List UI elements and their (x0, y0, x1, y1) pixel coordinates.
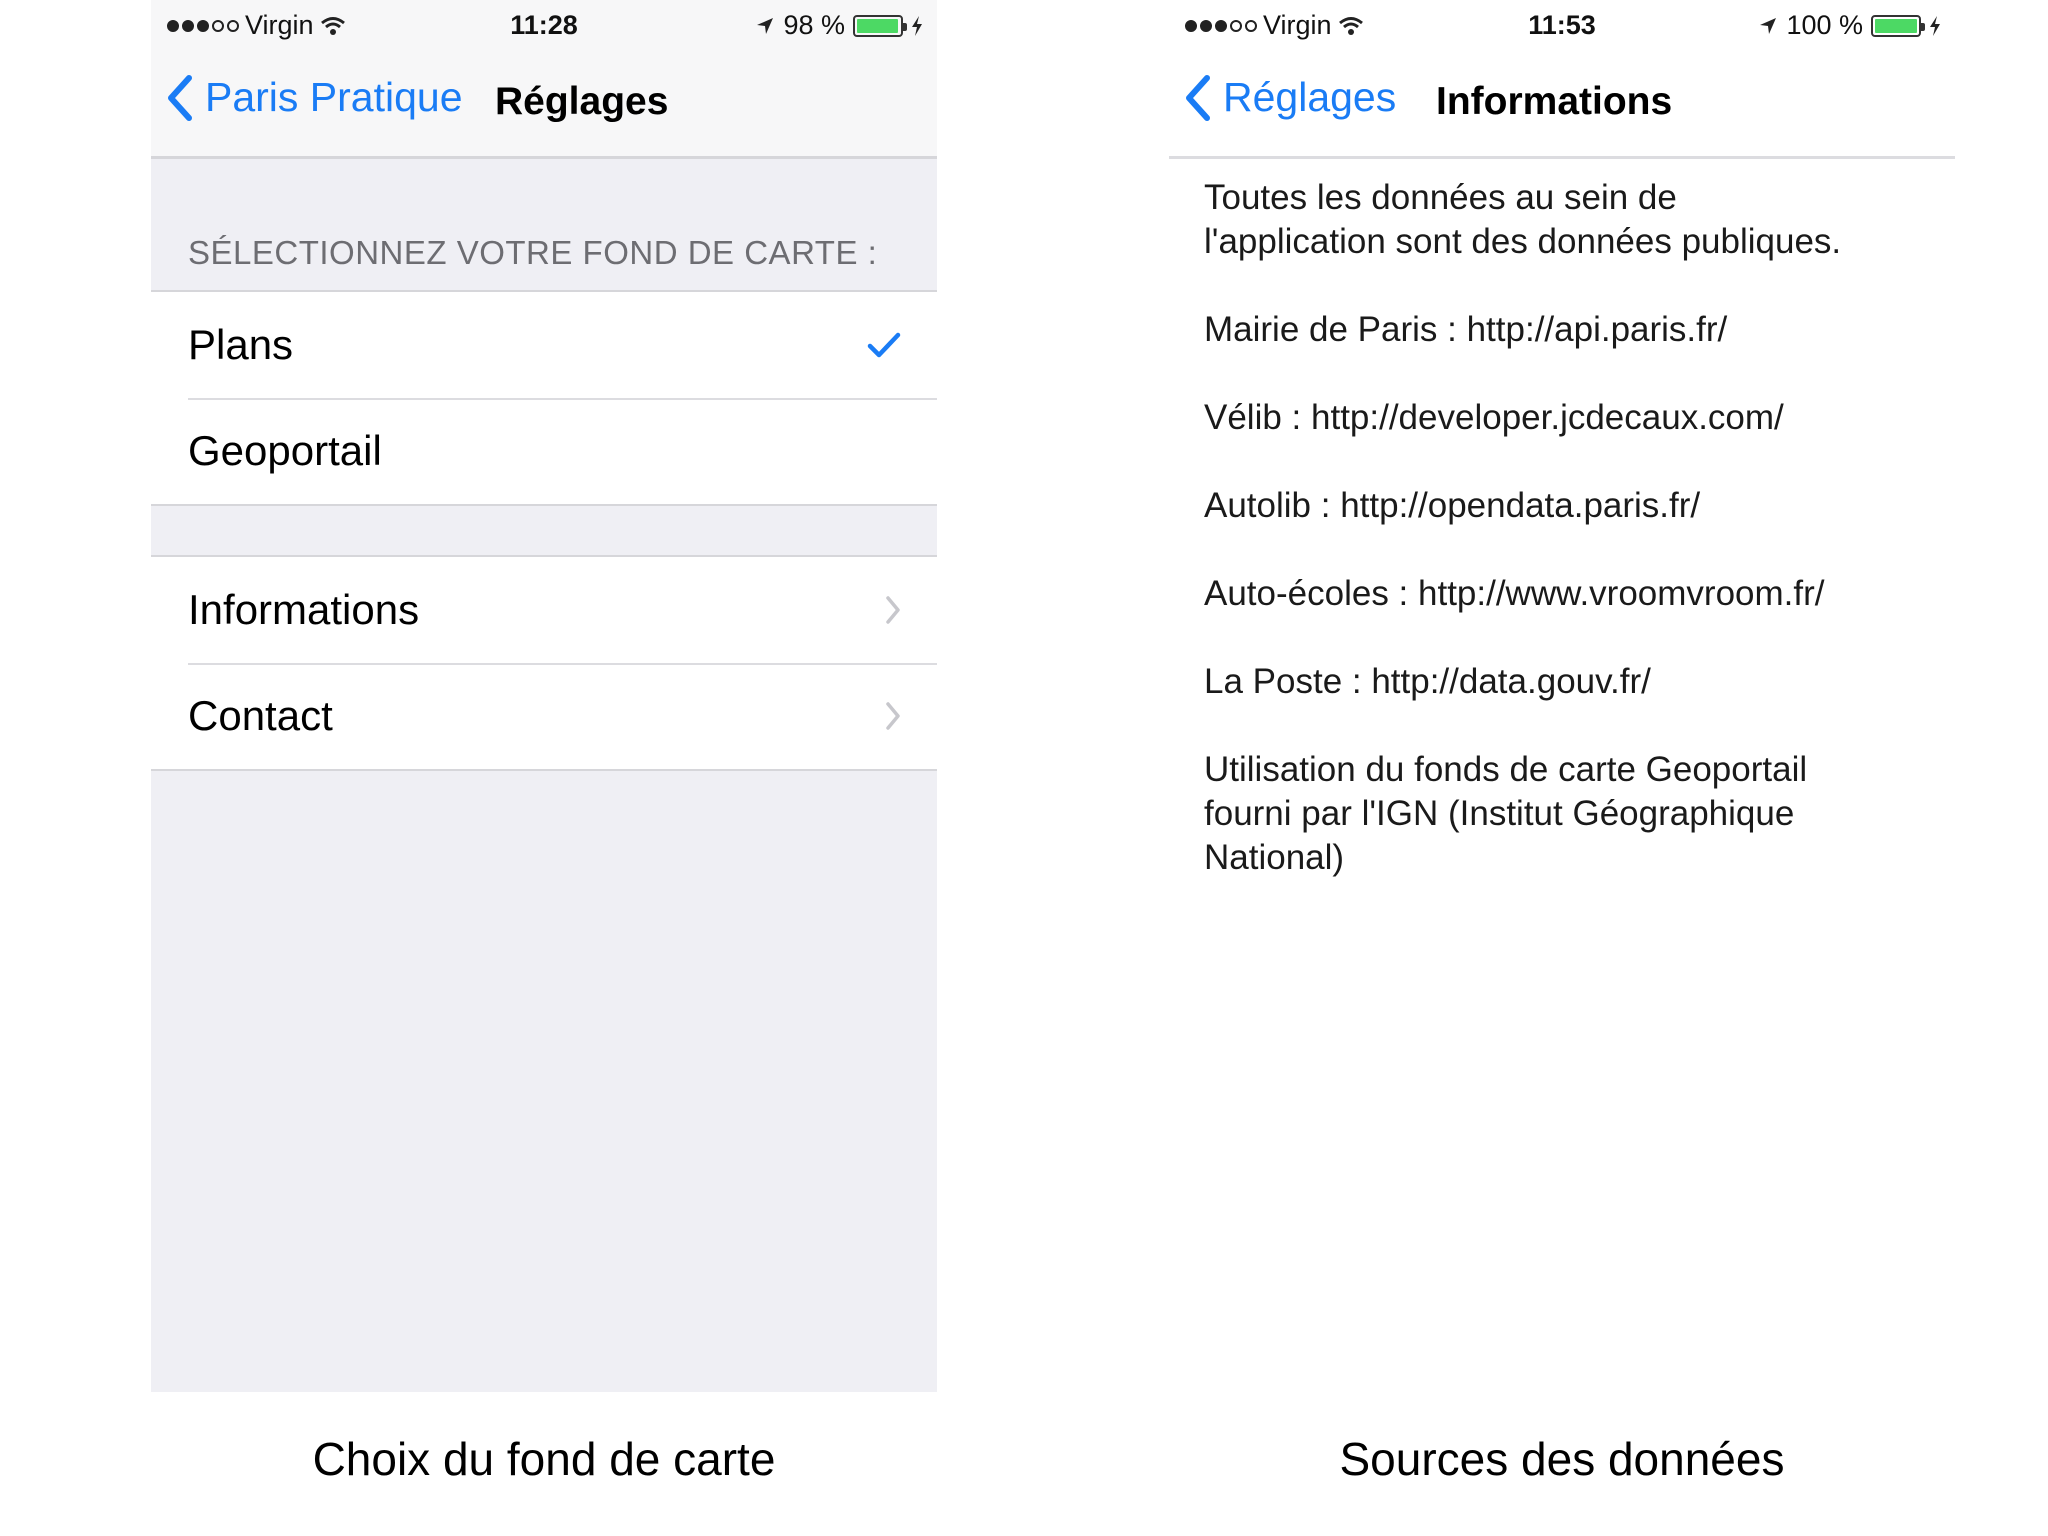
text-line: Utilisation du fonds de carte Geoportail (1204, 750, 1808, 789)
page-title: Réglages (495, 80, 669, 123)
back-button[interactable]: Réglages (1185, 74, 1396, 121)
map-option-label: Geoportail (188, 427, 382, 474)
source-mairie: Mairie de Paris : http://api.paris.fr/ (1204, 310, 1728, 349)
battery-percent: 100 % (1786, 10, 1863, 40)
source-la-poste: La Poste : http://data.gouv.fr/ (1204, 662, 1651, 701)
chevron-left-icon (168, 74, 192, 121)
location-arrow-icon (1760, 17, 1777, 34)
battery-icon (853, 14, 907, 37)
battery-percent: 98 % (783, 10, 845, 40)
text-line: National) (1204, 838, 1345, 877)
source-autolib: Autolib : http://opendata.paris.fr/ (1204, 486, 1701, 525)
section-header: SÉLECTIONNEZ VOTRE FOND DE CARTE : (188, 234, 878, 271)
geoportail-credit: Utilisation du fonds de carte Geoportail… (1204, 748, 1807, 880)
back-button-label: Réglages (1223, 74, 1397, 120)
text-line: fourni par l'IGN (Institut Géographique (1204, 794, 1795, 833)
chevron-right-icon (886, 702, 900, 730)
status-bar: Virgin 11:28 98 % (151, 0, 937, 52)
map-option-plans[interactable]: Plans (151, 292, 937, 398)
text-line: Toutes les données au sein de (1204, 178, 1677, 217)
caption-right: Sources des données (1339, 1433, 1785, 1485)
chevron-right-icon (886, 596, 900, 624)
chevron-left-icon (1186, 74, 1210, 121)
row-label: Informations (188, 586, 420, 633)
battery-icon (1871, 14, 1925, 37)
source-auto-ecoles: Auto-écoles : http://www.vroomvroom.fr/ (1204, 574, 1825, 613)
caption-left: Choix du fond de carte (312, 1433, 776, 1485)
text-line: l'application sont des données publiques… (1204, 222, 1842, 261)
page-title: Informations (1436, 80, 1673, 123)
navigation-bar: Réglages Informations (1169, 52, 1955, 159)
intro-paragraph: Toutes les données au sein de l'applicat… (1204, 176, 1841, 264)
informations-row[interactable]: Informations (151, 557, 937, 663)
links-group: Informations Contact (151, 555, 937, 771)
row-label: Contact (188, 692, 333, 739)
back-button[interactable]: Paris Pratique (167, 74, 463, 121)
map-options-group: Plans Geoportail (151, 290, 937, 506)
location-arrow-icon (757, 17, 774, 34)
checkmark-icon (867, 332, 901, 358)
contact-row[interactable]: Contact (151, 663, 937, 769)
informations-screen: Virgin 11:53 100 % Réglages Informations… (1169, 0, 1955, 1392)
back-button-label: Paris Pratique (205, 74, 463, 120)
status-bar: Virgin 11:53 100 % (1169, 0, 1955, 52)
bolt-icon (1930, 15, 1940, 36)
settings-screen: Virgin 11:28 98 % Paris Pratique Réglage… (151, 0, 937, 1392)
map-option-label: Plans (188, 321, 294, 368)
map-option-geoportail[interactable]: Geoportail (151, 398, 937, 504)
navigation-bar: Paris Pratique Réglages (151, 52, 937, 159)
source-velib: Vélib : http://developer.jcdecaux.com/ (1204, 398, 1784, 437)
bolt-icon (912, 15, 922, 36)
